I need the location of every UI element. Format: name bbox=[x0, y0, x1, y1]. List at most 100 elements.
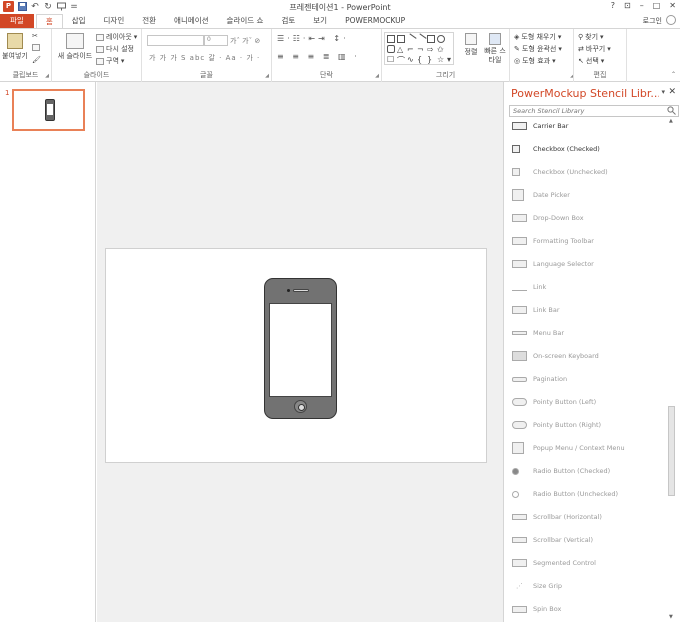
slide[interactable] bbox=[105, 248, 487, 463]
scroll-up-icon[interactable]: ▲ bbox=[669, 118, 673, 124]
list-item[interactable]: Radio Button (Unchecked) bbox=[512, 487, 618, 501]
sign-in-link[interactable]: 로그인 bbox=[643, 16, 662, 26]
list-item[interactable]: Radio Button (Checked) bbox=[512, 464, 610, 478]
search-icon[interactable] bbox=[667, 106, 676, 115]
shape-elbow2-icon[interactable]: ¬ bbox=[417, 45, 425, 54]
list-item[interactable]: Pointy Button (Left) bbox=[512, 395, 596, 409]
list-item[interactable]: Formatting Toolbar bbox=[512, 234, 594, 248]
window-title: 프레젠테이션1 - PowerPoint bbox=[289, 3, 391, 12]
shape-fill-button[interactable]: ◈ 도형 채우기 ▾ bbox=[514, 32, 561, 42]
shape-star-icon[interactable]: ✩ bbox=[437, 45, 445, 54]
tab-animations[interactable]: 애니메이션 bbox=[165, 14, 218, 28]
search-input[interactable] bbox=[509, 105, 679, 117]
font-format-buttons[interactable]: 가 가 가 S abc 갈 · Aa · 가 · bbox=[149, 53, 260, 63]
list-item[interactable]: Pointy Button (Right) bbox=[512, 418, 601, 432]
list-item[interactable]: ⋰ Size Grip bbox=[512, 579, 562, 593]
arrange-button[interactable]: 정렬 bbox=[462, 33, 480, 57]
reset-button[interactable]: 다시 설정 bbox=[96, 44, 134, 54]
tab-home[interactable]: 홈 bbox=[35, 14, 63, 28]
shapes-gallery[interactable]: △ ⌐ ¬ ⇨ ✩ ☐ ⌒ ∿ { } ☆ ▾ bbox=[384, 32, 454, 65]
list-item[interactable]: Link bbox=[512, 280, 546, 294]
panel-options-icon[interactable]: ▾ bbox=[661, 88, 665, 96]
scroll-thumb[interactable] bbox=[668, 406, 675, 496]
list-item[interactable]: Drop-Down Box bbox=[512, 211, 584, 225]
list-item[interactable]: On-screen Keyboard bbox=[512, 349, 599, 363]
select-button[interactable]: ↖ 선택 ▾ bbox=[578, 56, 604, 66]
font-size-combo[interactable]: 0 bbox=[204, 35, 228, 46]
shape-rect-icon[interactable] bbox=[427, 35, 435, 43]
section-button[interactable]: 구역 ▾ bbox=[96, 56, 124, 66]
tab-review[interactable]: 검토 bbox=[272, 14, 304, 28]
shape-right-arrow-icon[interactable]: ⇨ bbox=[427, 45, 435, 54]
help-button[interactable]: ? bbox=[611, 1, 615, 10]
list-item[interactable]: Menu Bar bbox=[512, 326, 564, 340]
shape-triangle-icon[interactable]: △ bbox=[397, 45, 405, 54]
list-item[interactable]: Date Picker bbox=[512, 188, 570, 202]
shape-rounded-rect-icon[interactable] bbox=[387, 45, 395, 53]
find-button[interactable]: ⚲ 찾기 ▾ bbox=[578, 32, 604, 42]
tab-design[interactable]: 디자인 bbox=[95, 14, 134, 28]
scroll-down-icon[interactable]: ▼ bbox=[669, 614, 673, 620]
tab-view[interactable]: 보기 bbox=[304, 14, 336, 28]
new-slide-button[interactable]: 새 슬라이드 bbox=[55, 33, 95, 61]
list-item[interactable]: Checkbox (Unchecked) bbox=[512, 165, 608, 179]
shape-arrow-icon[interactable] bbox=[415, 33, 427, 45]
shape-brace-right-icon[interactable]: } bbox=[427, 55, 435, 64]
shape-elbow-icon[interactable]: ⌐ bbox=[407, 45, 415, 54]
list-item[interactable]: Link Bar bbox=[512, 303, 560, 317]
paste-button[interactable]: 붙여넣기 bbox=[2, 33, 28, 61]
list-item[interactable]: Pagination bbox=[512, 372, 567, 386]
shape-more-up-icon[interactable] bbox=[447, 35, 455, 43]
slide-thumbnail[interactable] bbox=[12, 89, 85, 131]
list-item[interactable]: Carrier Bar bbox=[512, 119, 568, 133]
shape-gallery-expand-icon[interactable]: ▾ bbox=[447, 55, 455, 64]
radio-unchecked-icon bbox=[512, 490, 519, 498]
dialog-launcher-icon[interactable]: ◢ bbox=[45, 73, 49, 79]
tab-slideshow[interactable]: 슬라이드 쇼 bbox=[218, 14, 273, 28]
ribbon-display-button[interactable]: ⊡ bbox=[624, 1, 631, 10]
font-dialog-launcher-icon[interactable]: ◢ bbox=[265, 73, 269, 79]
stencil-scrollbar[interactable]: ▲ ▼ bbox=[667, 118, 677, 622]
tab-powermockup[interactable]: POWERMOCKUP bbox=[336, 14, 414, 28]
list-item[interactable]: Checkbox (Checked) bbox=[512, 142, 600, 156]
maximize-button[interactable]: □ bbox=[653, 1, 661, 10]
format-painter-icon[interactable]: 🖌 bbox=[32, 56, 41, 64]
alignment-icons[interactable]: ≡ ≡ ≡ ≣ ▥ · bbox=[277, 52, 360, 61]
shape-effects-button[interactable]: ◎ 도형 효과 ▾ bbox=[514, 56, 556, 66]
bullets-numbering-icons[interactable]: ☰·☷·⇤⇥ ↕· bbox=[277, 34, 349, 43]
list-item[interactable]: Scrollbar (Horizontal) bbox=[512, 510, 602, 524]
copy-icon[interactable] bbox=[32, 44, 40, 51]
shape-textbox-vertical-icon[interactable] bbox=[397, 35, 405, 43]
list-item[interactable]: Popup Menu / Context Menu bbox=[512, 441, 625, 455]
collapse-ribbon-icon[interactable]: ⌃ bbox=[671, 71, 676, 78]
layout-button[interactable]: 레이아웃 ▾ bbox=[96, 32, 137, 42]
shape-oval-icon[interactable] bbox=[437, 35, 445, 43]
iphone-mockup[interactable] bbox=[264, 278, 337, 419]
shape-outline-button[interactable]: ✎ 도형 윤곽선 ▾ bbox=[514, 44, 562, 54]
tab-insert[interactable]: 삽입 bbox=[63, 14, 95, 28]
list-item[interactable]: Language Selector bbox=[512, 257, 594, 271]
paragraph-dialog-launcher-icon[interactable]: ◢ bbox=[375, 73, 379, 79]
close-button[interactable]: ✕ bbox=[669, 1, 676, 10]
replace-button[interactable]: ⇄ 바꾸기 ▾ bbox=[578, 44, 611, 54]
list-item[interactable]: Segmented Control bbox=[512, 556, 596, 570]
avatar[interactable] bbox=[666, 15, 676, 25]
panel-close-icon[interactable]: ✕ bbox=[668, 87, 676, 97]
font-label: 글꼴 bbox=[200, 71, 213, 79]
cut-icon[interactable]: ✂ bbox=[32, 32, 38, 40]
font-grow-icon[interactable]: 가ˆ 가ˇ ⊘ bbox=[230, 36, 260, 46]
shape-brace-left-icon[interactable]: { bbox=[417, 55, 425, 64]
shape-more-down-icon[interactable] bbox=[447, 45, 455, 53]
tab-file[interactable]: 파일 bbox=[0, 14, 34, 28]
tab-transitions[interactable]: 전환 bbox=[133, 14, 165, 28]
shape-freeform-icon[interactable]: ⌒ bbox=[397, 55, 405, 65]
shape-curve-icon[interactable]: ☐ bbox=[387, 55, 395, 64]
quick-styles-button[interactable]: 빠른 스타일 bbox=[484, 33, 506, 65]
minimize-button[interactable]: – bbox=[640, 1, 644, 10]
shape-textbox-icon[interactable] bbox=[387, 35, 395, 43]
font-name-combo[interactable] bbox=[147, 35, 204, 46]
list-item[interactable]: Scrollbar (Vertical) bbox=[512, 533, 593, 547]
shape-scribble-icon[interactable]: ∿ bbox=[407, 55, 415, 64]
list-item[interactable]: Spin Box bbox=[512, 602, 561, 616]
shape-star2-icon[interactable]: ☆ bbox=[437, 55, 445, 64]
